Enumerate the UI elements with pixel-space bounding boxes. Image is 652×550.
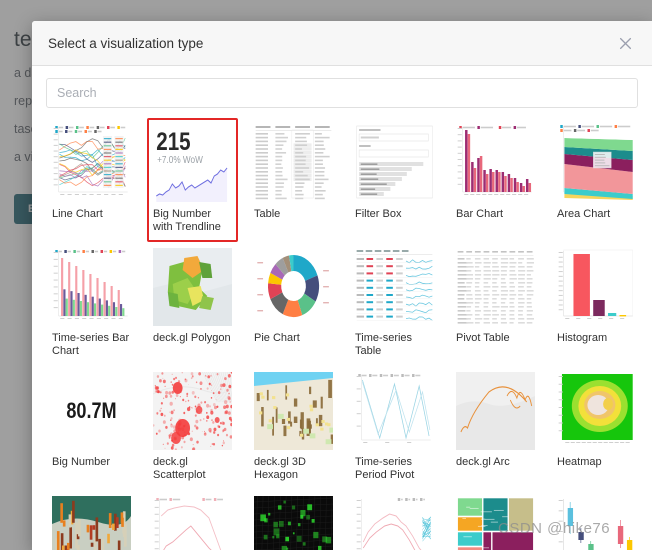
viz-type-card-deckgl-grid[interactable]: deck.gl Grid xyxy=(46,490,137,550)
modal-title: Select a visualization type xyxy=(48,35,204,51)
filter-box-thumbnail xyxy=(355,124,434,202)
area-chart-thumbnail xyxy=(557,124,636,202)
time-series-bar-chart-thumbnail xyxy=(52,248,131,326)
viz-type-card-time-series-table[interactable]: Time-series Table xyxy=(349,242,440,366)
search-bar xyxy=(32,66,652,116)
viz-type-card-line-chart[interactable]: Line Chart xyxy=(46,118,137,242)
viz-type-card-deckgl-screen-grid[interactable]: deck.gl Screen Grid xyxy=(248,490,339,550)
viz-type-label: Time-series Bar Chart xyxy=(52,332,130,357)
viz-type-card-bar-chart[interactable]: Bar Chart xyxy=(450,118,541,242)
svg-text:215: 215 xyxy=(156,127,191,155)
dual-line-chart-thumbnail xyxy=(153,496,232,550)
viz-type-label: Big Number xyxy=(52,456,111,468)
deckgl-scatterplot-thumbnail xyxy=(153,372,232,450)
table-thumbnail xyxy=(254,124,333,202)
svg-text:+7.0% WoW: +7.0% WoW xyxy=(157,154,203,165)
viz-type-card-big-number[interactable]: 80.7M Big Number xyxy=(46,366,137,490)
visualization-type-modal: Select a visualization type Line Chart 21… xyxy=(32,21,652,550)
viz-type-card-area-chart[interactable]: Area Chart xyxy=(551,118,642,242)
viz-type-label: Time-series Table xyxy=(355,332,413,357)
viz-type-card-pie-chart[interactable]: Pie Chart xyxy=(248,242,339,366)
viz-type-label: Heatmap xyxy=(557,456,602,468)
deckgl-polygon-thumbnail xyxy=(153,248,232,326)
close-icon[interactable] xyxy=(614,32,636,54)
viz-type-card-pivot-table[interactable]: Pivot Table xyxy=(450,242,541,366)
viz-type-card-table[interactable]: Table xyxy=(248,118,339,242)
time-series-period-pivot-thumbnail xyxy=(355,372,434,450)
viz-type-card-big-number-trendline[interactable]: 215 +7.0% WoW Big Number with Trendline xyxy=(147,118,238,242)
viz-type-card-box-plot[interactable]: Box Plot xyxy=(551,490,642,550)
viz-type-card-heatmap[interactable]: Heatmap xyxy=(551,366,642,490)
viz-type-card-deckgl-scatterplot[interactable]: deck.gl Scatterplot xyxy=(147,366,238,490)
bar-chart-thumbnail xyxy=(456,124,535,202)
viz-type-label: Area Chart xyxy=(557,208,611,220)
viz-type-card-time-series-period-pivot[interactable]: Time-series Period Pivot xyxy=(349,366,440,490)
viz-type-card-multiple-line-charts[interactable]: Multiple Line Charts xyxy=(349,490,440,550)
search-input[interactable] xyxy=(46,78,638,108)
line-chart-thumbnail xyxy=(52,124,131,202)
deckgl-3d-hexagon-thumbnail xyxy=(254,372,333,450)
visualization-type-list[interactable]: Line Chart 215 +7.0% WoW Big Number with Tr… xyxy=(32,116,652,550)
box-plot-thumbnail xyxy=(557,496,636,550)
viz-type-card-dual-line-chart[interactable]: Dual Line Chart xyxy=(147,490,238,550)
histogram-thumbnail xyxy=(557,248,636,326)
viz-type-label: Filter Box xyxy=(355,208,402,220)
viz-type-label: deck.gl Scatterplot xyxy=(153,456,206,481)
deckgl-grid-thumbnail xyxy=(52,496,131,550)
deckgl-arc-thumbnail xyxy=(456,372,535,450)
viz-type-label: Time-series Period Pivot xyxy=(355,456,415,481)
viz-type-label: deck.gl Polygon xyxy=(153,332,231,344)
viz-type-card-histogram[interactable]: Histogram xyxy=(551,242,642,366)
time-series-table-thumbnail xyxy=(355,248,434,326)
treemap-thumbnail xyxy=(456,496,535,550)
viz-type-card-treemap[interactable]: Treemap xyxy=(450,490,541,550)
viz-type-label: Histogram xyxy=(557,332,608,344)
visualization-type-grid: Line Chart 215 +7.0% WoW Big Number with Tr… xyxy=(46,118,642,550)
viz-type-label: Bar Chart xyxy=(456,208,504,220)
pivot-table-thumbnail xyxy=(456,248,535,326)
viz-type-label: Big Number with Trendline xyxy=(153,208,221,233)
big-number-thumbnail: 80.7M xyxy=(52,372,131,450)
viz-type-label: Pie Chart xyxy=(254,332,300,344)
modal-header: Select a visualization type xyxy=(32,21,652,66)
viz-type-label: deck.gl Arc xyxy=(456,456,510,468)
viz-type-label: Line Chart xyxy=(52,208,103,220)
viz-type-label: Pivot Table xyxy=(456,332,510,344)
viz-type-card-deckgl-3d-hexagon[interactable]: deck.gl 3D Hexagon xyxy=(248,366,339,490)
viz-type-label: deck.gl 3D Hexagon xyxy=(254,456,306,481)
viz-type-card-deckgl-arc[interactable]: deck.gl Arc xyxy=(450,366,541,490)
svg-text:80.7M: 80.7M xyxy=(66,399,116,423)
viz-type-card-filter-box[interactable]: Filter Box xyxy=(349,118,440,242)
multiple-line-charts-thumbnail xyxy=(355,496,434,550)
deckgl-screen-grid-thumbnail xyxy=(254,496,333,550)
pie-chart-thumbnail xyxy=(254,248,333,326)
big-number-trendline-thumbnail: 215 +7.0% WoW xyxy=(153,124,232,202)
viz-type-card-time-series-bar-chart[interactable]: Time-series Bar Chart xyxy=(46,242,137,366)
viz-type-label: Table xyxy=(254,208,281,220)
viz-type-card-deckgl-polygon[interactable]: deck.gl Polygon xyxy=(147,242,238,366)
heatmap-thumbnail xyxy=(557,372,636,450)
